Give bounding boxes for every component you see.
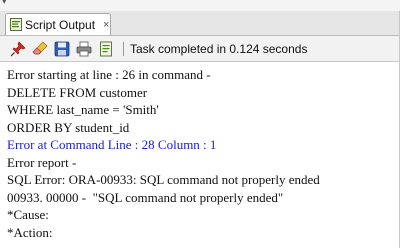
script-output-icon [10, 18, 22, 31]
tab-label: Script Output [25, 17, 96, 32]
output-line: *Cause: [7, 207, 49, 222]
save-icon[interactable] [53, 40, 71, 58]
output-line: Error report - [7, 154, 77, 170]
eraser-icon[interactable] [31, 40, 49, 58]
output-line: ORDER BY student_id [7, 119, 130, 135]
toolbar-separator [123, 41, 124, 56]
tab-script-output[interactable]: Script Output × [5, 13, 111, 35]
print-icon[interactable] [75, 40, 93, 58]
output-line: DELETE FROM customer [7, 84, 148, 100]
output-line: *Action: [7, 224, 53, 240]
status-text: Task completed in 0.124 seconds [130, 41, 308, 56]
output-line: WHERE last_name = 'Smith' [7, 102, 159, 117]
output-line: Error at Command Line : 28 Column : 1 [7, 137, 217, 152]
close-icon[interactable]: × [103, 19, 109, 31]
output-line: SQL Error: ORA-00933: SQL command not pr… [7, 172, 320, 187]
script-output-panel[interactable]: Error starting at line : 26 in command -… [0, 62, 400, 248]
top-strip: ▾ [0, 0, 400, 11]
output-line: 00933. 00000 - "SQL command not properly… [7, 189, 284, 205]
toolbar: Task completed in 0.124 seconds [0, 36, 400, 62]
pin-icon[interactable] [9, 40, 27, 58]
chevron-down-icon[interactable]: ▾ [2, 0, 7, 8]
tab-bar: Script Output × [0, 11, 400, 36]
output-line: Error starting at line : 26 in command - [7, 67, 211, 82]
document-icon[interactable] [97, 40, 115, 58]
